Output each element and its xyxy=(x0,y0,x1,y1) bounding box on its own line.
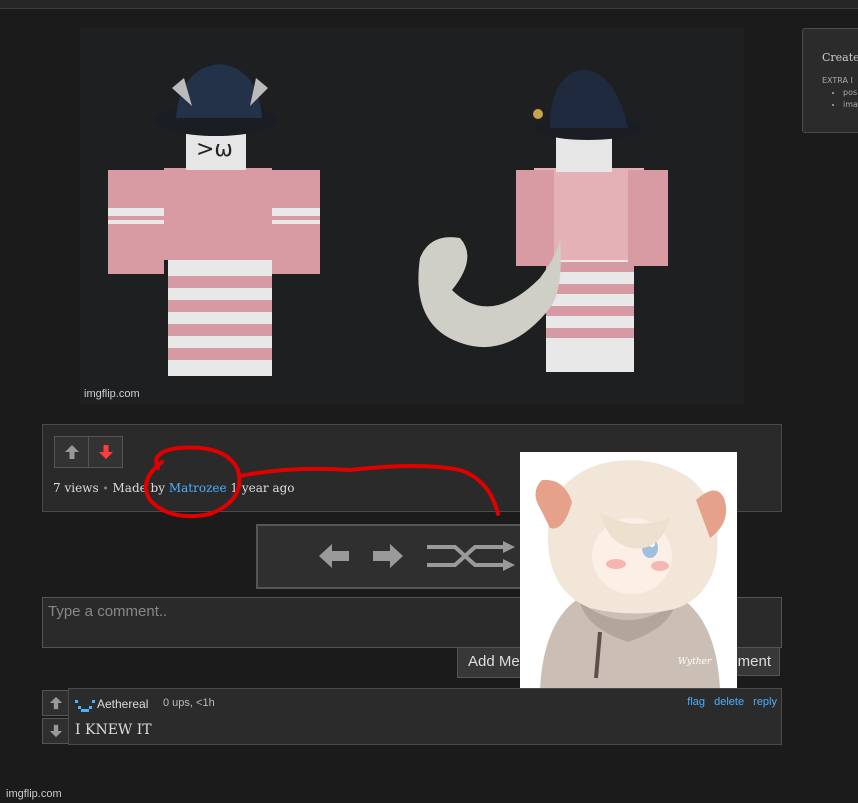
author-link[interactable]: Matrozee xyxy=(169,481,227,495)
downvote-button[interactable] xyxy=(88,436,123,468)
comment-actions: flag delete reply xyxy=(681,696,777,708)
comment-downvote-button[interactable] xyxy=(42,718,69,744)
imgflip-watermark: imgflip.com xyxy=(84,388,140,400)
svg-text:>ω: >ω xyxy=(196,137,233,162)
side-panel: Create EXTRA I pos ima xyxy=(802,28,858,133)
arrow-down-icon xyxy=(49,724,62,738)
post-time: 1 year ago xyxy=(230,481,295,495)
side-panel-item[interactable]: ima xyxy=(843,99,858,111)
upvote-button[interactable] xyxy=(54,436,89,468)
next-button[interactable] xyxy=(372,540,404,572)
footer-watermark: imgflip.com xyxy=(6,788,62,800)
meme-image: >ω imgflip.com xyxy=(80,28,744,404)
side-panel-title: Create xyxy=(822,51,858,64)
anime-character-image: Wyther xyxy=(520,452,737,689)
arrow-down-icon xyxy=(98,445,113,459)
image-meta: 7 views • Made by Matrozee 1 year ago xyxy=(53,481,295,495)
roblox-avatars-illustration: >ω xyxy=(108,64,668,376)
user-avatar-icon[interactable] xyxy=(75,698,95,714)
comment-username[interactable]: Aethereal xyxy=(97,697,148,711)
comment-meta: 0 ups, <1h xyxy=(163,697,215,709)
random-button[interactable] xyxy=(426,540,516,572)
side-panel-subtitle: EXTRA I xyxy=(822,76,853,85)
side-panel-item[interactable]: pos xyxy=(843,87,858,99)
previous-button[interactable] xyxy=(318,540,350,572)
arrow-up-icon xyxy=(64,445,79,459)
arrow-left-icon xyxy=(319,544,349,568)
reply-link[interactable]: reply xyxy=(753,696,777,708)
made-by-label: Made by xyxy=(112,481,166,495)
shuffle-icon xyxy=(427,541,515,571)
side-panel-list: pos ima xyxy=(833,87,858,111)
arrow-right-icon xyxy=(373,544,403,568)
navigation-box xyxy=(256,524,536,589)
separator-dot: • xyxy=(102,484,109,495)
comment-upvote-button[interactable] xyxy=(42,690,69,716)
comment: Aethereal 0 ups, <1h flag delete reply I… xyxy=(68,688,782,745)
flag-link[interactable]: flag xyxy=(687,696,705,708)
view-count: 7 views xyxy=(53,481,99,495)
anime-character-illustration xyxy=(520,452,737,689)
delete-link[interactable]: delete xyxy=(714,696,744,708)
arrow-up-icon xyxy=(49,696,62,710)
comment-text: I KNEW IT xyxy=(75,722,152,738)
artist-signature: Wyther xyxy=(678,657,712,667)
top-bar xyxy=(0,0,858,9)
